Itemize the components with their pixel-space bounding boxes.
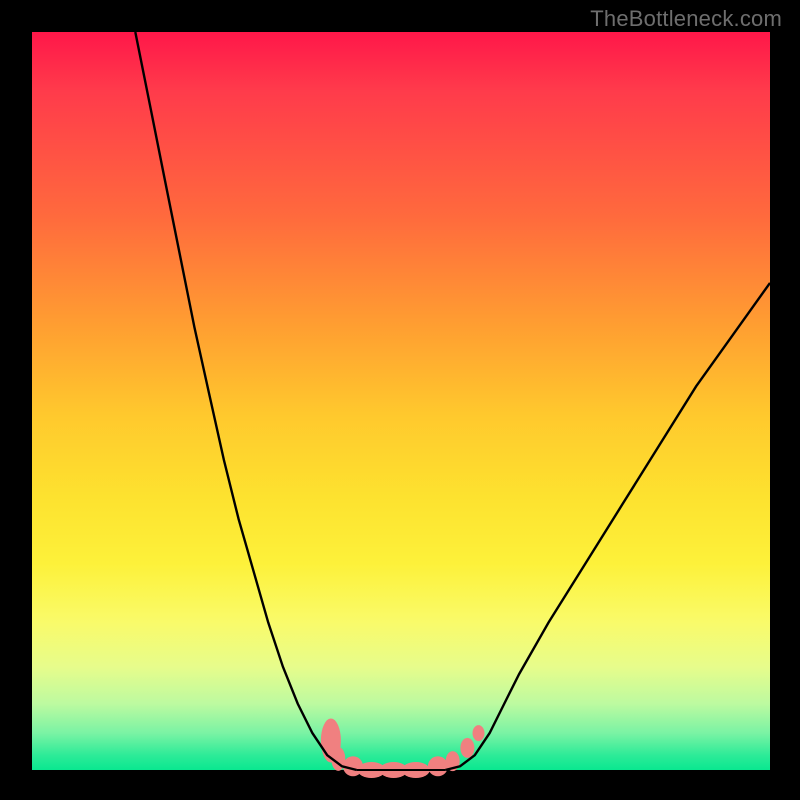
valley-marker — [460, 738, 474, 758]
watermark-text: TheBottleneck.com — [590, 6, 782, 32]
chart-svg — [32, 32, 770, 770]
right-curve-path — [445, 283, 770, 770]
chart-frame: TheBottleneck.com — [0, 0, 800, 800]
plot-area — [32, 32, 770, 770]
valley-marker — [428, 756, 448, 776]
valley-marker — [473, 725, 485, 741]
left-curve-path — [135, 32, 356, 770]
